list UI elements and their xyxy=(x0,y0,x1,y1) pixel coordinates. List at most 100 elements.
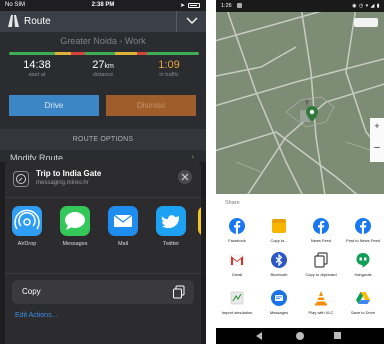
zoom-controls: + − xyxy=(370,118,384,162)
close-button[interactable] xyxy=(178,170,192,184)
share-target-facebook[interactable]: Facebook xyxy=(216,218,258,243)
map-pin-icon xyxy=(306,106,318,122)
collapse-button[interactable] xyxy=(176,11,206,32)
gmail-icon xyxy=(229,252,245,268)
messages-icon xyxy=(60,206,90,236)
screenshot-root: No SIM 2:38 PM ➤ Route Greater Noida - W… xyxy=(0,0,384,344)
ios-status-bar: No SIM 2:38 PM ➤ xyxy=(0,0,206,11)
share-subtitle: messaging.mireo.hr xyxy=(36,180,89,186)
share-target-hangouts[interactable]: Hangouts xyxy=(342,252,384,277)
copy-to-icon xyxy=(271,218,287,234)
ios-screen: No SIM 2:38 PM ➤ Route Greater Noida - W… xyxy=(0,0,206,344)
share-target-label: Hangouts xyxy=(354,272,372,277)
back-button[interactable] xyxy=(256,332,262,340)
map-scale xyxy=(354,18,378,27)
notification-icon xyxy=(237,3,242,8)
route-header: Route xyxy=(0,11,206,32)
location-arrow-icon: ➤ xyxy=(179,3,185,9)
android-status-bar: 1:26 ◉ ◷ ▾ ◢ ▮ xyxy=(216,0,384,12)
share-target-label: Import simulation xyxy=(221,310,253,315)
copy-label: Copy xyxy=(22,287,41,296)
share-app-label: Messages xyxy=(62,241,88,247)
android-screen: 1:26 ◉ ◷ ▾ ◢ ▮ + − Share Facebook Copy t… xyxy=(216,0,384,344)
status-time: 2:38 PM xyxy=(91,2,115,8)
share-target-import-simulation[interactable]: Import simulation xyxy=(216,290,258,315)
hangouts-icon xyxy=(355,252,371,268)
compass-icon xyxy=(13,171,29,187)
traffic-delay-stat: 1:09 in traffic xyxy=(138,59,200,78)
close-icon xyxy=(181,173,189,181)
distance-label: distance xyxy=(92,72,114,78)
edit-actions-link[interactable]: Edit Actions... xyxy=(15,312,57,319)
facebook-icon xyxy=(229,218,245,234)
route-summary-panel xyxy=(0,32,206,136)
share-sheet-title: Share xyxy=(225,200,240,206)
share-app-messages[interactable]: Messages xyxy=(57,206,93,247)
share-app-airdrop[interactable]: AirDrop xyxy=(9,206,45,247)
share-app-label: Twitter xyxy=(162,241,180,247)
share-target-drive[interactable]: Save to Drive xyxy=(342,290,384,315)
share-target-clipboard[interactable]: Copy to clipboard xyxy=(300,252,342,277)
share-target-copy-to[interactable]: Copy to... xyxy=(258,218,300,243)
airdrop-icon xyxy=(12,206,42,236)
share-target-messages[interactable]: Messages xyxy=(258,290,300,315)
share-target-label: Bluetooth xyxy=(270,272,288,277)
zoom-out-button[interactable]: − xyxy=(370,142,384,154)
battery-icon xyxy=(188,3,200,8)
copy-icon xyxy=(173,285,185,299)
drive-button[interactable]: Drive xyxy=(9,95,99,116)
share-sheet: Trip to India Gate messaging.mireo.hr Ai… xyxy=(5,160,201,344)
status-icons: ◉ ◷ ▾ ◢ ▮ xyxy=(352,3,380,9)
recents-button[interactable] xyxy=(334,332,341,339)
share-target-vlc[interactable]: Play with VLC xyxy=(300,290,342,315)
facebook-icon xyxy=(313,218,329,234)
share-target-gmail[interactable]: Gmail xyxy=(216,252,258,277)
distance-unit: km xyxy=(104,63,114,70)
facebook-icon xyxy=(355,218,371,234)
share-target-label: Copy to clipboard xyxy=(305,272,337,277)
clipboard-icon xyxy=(313,252,329,268)
share-target-label: Copy to... xyxy=(270,238,288,243)
share-app-label: AirDrop xyxy=(17,241,37,247)
distance-stat: 27km distance xyxy=(72,59,134,78)
share-target-label: Messages xyxy=(269,310,289,315)
home-button[interactable] xyxy=(296,332,304,340)
copy-action[interactable]: Copy xyxy=(12,280,194,304)
share-app-label: Mail xyxy=(117,241,129,247)
bluetooth-icon xyxy=(271,252,287,268)
share-target-label: Save to Drive xyxy=(350,310,375,315)
distance-value: 27 xyxy=(92,59,105,71)
share-target-label: Post to News Feed xyxy=(346,238,380,243)
share-app-more[interactable] xyxy=(195,206,201,236)
share-app-row: AirDrop Messages Mail Twitter xyxy=(5,206,201,256)
start-time-stat: 14:38 start at xyxy=(6,59,68,78)
divider xyxy=(5,273,201,274)
share-target-post-news-feed[interactable]: Post to News Feed xyxy=(342,218,384,243)
chevron-down-icon xyxy=(186,17,198,24)
share-target-label: News Feed xyxy=(310,238,332,243)
status-time: 1:26 xyxy=(221,3,232,9)
share-target-bluetooth[interactable]: Bluetooth xyxy=(258,252,300,277)
traffic-progress-bar xyxy=(9,52,199,55)
share-target-label: Play with VLC xyxy=(308,310,334,315)
share-preview-card: Trip to India Gate messaging.mireo.hr xyxy=(5,160,201,198)
traffic-delay-label: in traffic xyxy=(159,72,179,78)
map-view[interactable]: + − xyxy=(216,12,384,194)
drive-icon xyxy=(355,290,371,306)
android-nav-bar xyxy=(216,328,384,344)
share-title: Trip to India Gate xyxy=(36,169,102,178)
share-target-label: Gmail xyxy=(231,272,243,277)
route-options-header: ROUTE OPTIONS xyxy=(0,129,206,150)
destination-name: Greater Noida - Work xyxy=(60,36,146,46)
traffic-delay-value: 1:09 xyxy=(158,59,180,71)
android-share-sheet: Share Facebook Copy to... News Feed Post… xyxy=(216,194,384,328)
zoom-in-button[interactable]: + xyxy=(370,121,384,131)
messages-icon xyxy=(271,290,287,306)
start-time-value: 14:38 xyxy=(23,59,51,71)
share-app-twitter[interactable]: Twitter xyxy=(153,206,189,247)
dismiss-button[interactable]: Dismiss xyxy=(106,95,196,116)
road-icon xyxy=(8,15,19,27)
route-title: Route xyxy=(24,16,51,27)
share-target-news-feed[interactable]: News Feed xyxy=(300,218,342,243)
share-app-mail[interactable]: Mail xyxy=(105,206,141,247)
